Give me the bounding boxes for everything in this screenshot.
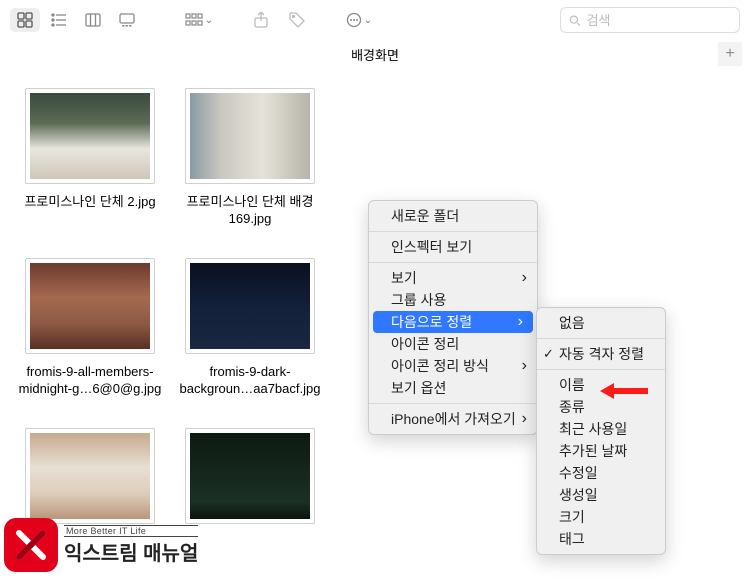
column-view-button[interactable]	[78, 8, 108, 32]
more-actions-button[interactable]: ⌄	[344, 8, 374, 32]
file-item[interactable]: fromis-9-dark-backgroun…aa7bacf.jpg	[170, 258, 330, 398]
watermark-title: 익스트림 매뉴얼	[64, 537, 198, 566]
submenu-item-date-last-opened[interactable]: 최근 사용일	[537, 418, 665, 440]
window-title: 배경화면	[351, 45, 399, 64]
menu-item-view[interactable]: 보기	[369, 267, 537, 289]
submenu-item-date-modified[interactable]: 수정일	[537, 462, 665, 484]
submenu-item-none[interactable]: 없음	[537, 312, 665, 334]
menu-item-import-from-iphone[interactable]: iPhone에서 가져오기	[369, 408, 537, 430]
search-icon	[569, 14, 581, 27]
submenu-item-size[interactable]: 크기	[537, 506, 665, 528]
file-label: 프로미스나인 단체 배경 169.jpg	[175, 194, 325, 228]
search-input[interactable]	[587, 13, 731, 28]
file-thumbnail	[25, 428, 155, 524]
file-label: fromis-9-all-members-midnight-g…6@0@g.jp…	[15, 364, 165, 398]
submenu-item-snap-to-grid[interactable]: ✓자동 격자 정렬	[537, 343, 665, 365]
watermark-logo	[4, 518, 58, 572]
chevron-down-icon: ⌄	[205, 15, 213, 26]
file-item[interactable]: fromis-9-all-members-midnight-g…6@0@g.jp…	[10, 258, 170, 398]
file-item[interactable]: 프로미스나인 단체 배경 169.jpg	[170, 88, 330, 228]
file-label: 프로미스나인 단체 2.jpg	[24, 194, 155, 211]
share-button[interactable]	[246, 8, 276, 32]
toolbar: ⌄ ⌄	[0, 0, 750, 40]
group-button[interactable]: ⌄	[184, 8, 214, 32]
file-item[interactable]: 프로미스나인 단체 2.jpg	[10, 88, 170, 228]
tab-bar: 배경화면 +	[0, 40, 750, 68]
file-thumbnail	[185, 258, 315, 354]
file-thumbnail	[185, 428, 315, 524]
menu-separator	[537, 338, 665, 339]
menu-item-clean-up-by[interactable]: 아이콘 정리 방식	[369, 355, 537, 377]
submenu-item-date-added[interactable]: 추가된 날짜	[537, 440, 665, 462]
gallery-view-button[interactable]	[112, 8, 142, 32]
check-icon: ✓	[543, 346, 554, 362]
menu-separator	[537, 369, 665, 370]
chevron-down-icon: ⌄	[364, 15, 372, 26]
icon-view-button[interactable]	[10, 8, 40, 32]
search-box[interactable]	[560, 7, 740, 33]
sort-by-submenu: 없음 ✓자동 격자 정렬 이름 종류 최근 사용일 추가된 날짜 수정일 생성일…	[536, 307, 666, 555]
menu-item-new-folder[interactable]: 새로운 폴더	[369, 205, 537, 227]
menu-item-sort-by[interactable]: 다음으로 정렬	[373, 311, 533, 333]
file-label: fromis-9-dark-backgroun…aa7bacf.jpg	[175, 364, 325, 398]
submenu-item-tags[interactable]: 태그	[537, 528, 665, 550]
watermark: More Better IT Life 익스트림 매뉴얼	[0, 518, 198, 572]
file-thumbnail	[25, 258, 155, 354]
tag-button[interactable]	[282, 8, 312, 32]
watermark-subtitle: More Better IT Life	[64, 525, 198, 537]
new-tab-button[interactable]: +	[718, 42, 742, 66]
menu-separator	[369, 231, 537, 232]
list-view-button[interactable]	[44, 8, 74, 32]
menu-separator	[369, 403, 537, 404]
menu-item-show-inspector[interactable]: 인스펙터 보기	[369, 236, 537, 258]
menu-item-clean-up[interactable]: 아이콘 정리	[369, 333, 537, 355]
menu-separator	[369, 262, 537, 263]
file-thumbnail	[25, 88, 155, 184]
context-menu: 새로운 폴더 인스펙터 보기 보기 그룹 사용 다음으로 정렬 아이콘 정리 아…	[368, 200, 538, 435]
submenu-item-date-created[interactable]: 생성일	[537, 484, 665, 506]
menu-item-view-options[interactable]: 보기 옵션	[369, 377, 537, 399]
plus-icon: +	[725, 45, 734, 63]
file-thumbnail	[185, 88, 315, 184]
menu-item-use-groups[interactable]: 그룹 사용	[369, 289, 537, 311]
view-mode-group	[10, 8, 142, 32]
annotation-arrow	[600, 381, 648, 401]
